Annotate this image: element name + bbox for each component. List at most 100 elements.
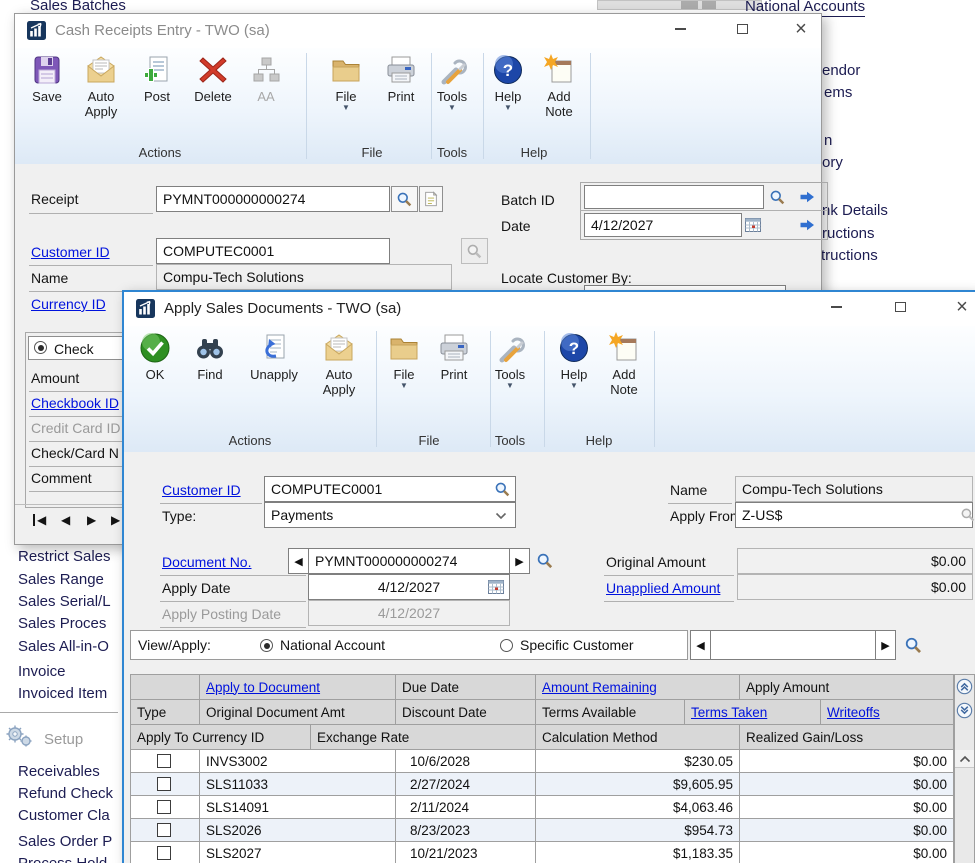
customer-browse-input[interactable] bbox=[710, 630, 876, 660]
row-checkbox[interactable] bbox=[157, 777, 171, 791]
checkbook-id-link[interactable]: Checkbook ID bbox=[31, 395, 119, 411]
magnifier-icon[interactable] bbox=[494, 481, 511, 498]
win1-maximize-button[interactable] bbox=[722, 14, 762, 44]
collapse-rows-icon[interactable] bbox=[956, 702, 973, 719]
row-checkbox[interactable] bbox=[157, 823, 171, 837]
post-button[interactable]: Post bbox=[132, 54, 182, 104]
win2-minimize-button[interactable] bbox=[816, 292, 856, 322]
bg-nav-items-fragment[interactable]: ems bbox=[824, 84, 852, 101]
bg-nav-invoice[interactable]: Invoice bbox=[18, 663, 124, 680]
customer-id-input[interactable]: COMPUTEC0001 bbox=[156, 238, 390, 264]
bg-nav-sales-order-processing[interactable]: Sales Order P bbox=[18, 833, 124, 850]
row-checkbox[interactable] bbox=[157, 800, 171, 814]
win2-close-button[interactable]: × bbox=[942, 292, 975, 322]
win2-titlebar[interactable]: Apply Sales Documents - TWO (sa) × bbox=[124, 292, 975, 326]
cell-apply-amount[interactable]: $0.00 bbox=[740, 819, 954, 842]
save-button[interactable]: Save bbox=[22, 54, 72, 104]
bg-nav-sales-batches[interactable]: Sales Batches bbox=[30, 0, 126, 14]
cell-document[interactable]: INVS3002 bbox=[200, 750, 396, 773]
tools-menu-button[interactable]: Tools▼ bbox=[426, 54, 478, 112]
national-account-radio[interactable] bbox=[260, 639, 273, 652]
bg-nav-sales-process[interactable]: Sales Proces bbox=[18, 615, 124, 632]
help-menu-button[interactable]: ? Help▼ bbox=[551, 332, 597, 390]
win1-titlebar[interactable]: Cash Receipts Entry - TWO (sa) × bbox=[15, 14, 821, 48]
bg-nav-sales-all-in-one[interactable]: Sales All-in-O bbox=[18, 638, 124, 655]
cell-apply-amount[interactable]: $0.00 bbox=[740, 796, 954, 819]
doc-previous-button[interactable]: ◀ bbox=[288, 548, 309, 574]
bg-scrollbar-thumb[interactable] bbox=[681, 1, 698, 9]
document-no-link[interactable]: Document No. bbox=[162, 554, 251, 570]
win1-close-button[interactable]: × bbox=[781, 14, 821, 44]
bg-nav-sales-serial[interactable]: Sales Serial/L bbox=[18, 593, 124, 610]
print-button[interactable]: Print bbox=[376, 54, 426, 104]
bg-nav-history-fragment[interactable]: ory bbox=[822, 154, 843, 171]
date-expand-button[interactable] bbox=[794, 214, 820, 236]
row-checkbox[interactable] bbox=[157, 754, 171, 768]
cell-apply-amount[interactable]: $0.00 bbox=[740, 842, 954, 863]
bg-scrollbar-thumb2[interactable] bbox=[702, 1, 716, 9]
nav-previous-button[interactable]: ◀ bbox=[61, 513, 70, 527]
batch-expand-button[interactable] bbox=[794, 186, 820, 208]
nav-next-button[interactable]: ▶ bbox=[87, 513, 96, 527]
apply-from-currency-field[interactable]: Z-US$ bbox=[735, 502, 973, 528]
scroll-up-button[interactable] bbox=[955, 750, 974, 768]
unapplied-amount-link[interactable]: Unapplied Amount bbox=[606, 580, 720, 596]
currency-id-link[interactable]: Currency ID bbox=[31, 296, 106, 312]
specific-customer-radio[interactable] bbox=[500, 639, 513, 652]
auto-apply-button[interactable]: Auto Apply bbox=[312, 332, 366, 397]
print-button[interactable]: Print bbox=[429, 332, 479, 382]
table-scrollbar[interactable] bbox=[954, 675, 974, 863]
tools-menu-button[interactable]: Tools▼ bbox=[484, 332, 536, 390]
customer-browse-lookup-button[interactable] bbox=[901, 634, 925, 657]
type-dropdown[interactable]: Payments bbox=[264, 502, 516, 528]
batch-id-input[interactable] bbox=[584, 185, 764, 209]
win1-minimize-button[interactable] bbox=[660, 14, 700, 44]
help-menu-button[interactable]: ? Help▼ bbox=[485, 54, 531, 112]
cell-document[interactable]: SLS11033 bbox=[200, 773, 396, 796]
win2-maximize-button[interactable] bbox=[880, 292, 920, 322]
delete-button[interactable]: Delete bbox=[188, 54, 238, 104]
batch-lookup-button[interactable] bbox=[765, 186, 789, 208]
bg-nav-bank-details-fragment[interactable]: nk Details bbox=[822, 202, 888, 219]
bg-nav-customer-classes[interactable]: Customer Cla bbox=[18, 807, 124, 824]
bg-nav-instructions2-fragment[interactable]: tructions bbox=[821, 247, 878, 264]
add-note-button[interactable]: Add Note bbox=[536, 54, 582, 119]
cell-document[interactable]: SLS14091 bbox=[200, 796, 396, 819]
bg-nav-refund-checks[interactable]: Refund Check bbox=[18, 785, 124, 802]
customer-previous-button[interactable]: ◀ bbox=[690, 630, 711, 660]
bg-nav-receivables[interactable]: Receivables bbox=[18, 763, 124, 780]
bg-nav-process-holds[interactable]: Process Hold bbox=[18, 855, 124, 863]
bg-nav-invoiced-items[interactable]: Invoiced Item bbox=[18, 685, 124, 702]
add-note-button[interactable]: Add Note bbox=[601, 332, 647, 397]
customer-next-button[interactable]: ▶ bbox=[875, 630, 896, 660]
customer-id-input[interactable]: COMPUTEC0001 bbox=[264, 476, 516, 502]
unapply-button[interactable]: Unapply bbox=[247, 332, 301, 382]
cell-document[interactable]: SLS2026 bbox=[200, 819, 396, 842]
expand-rows-icon[interactable] bbox=[956, 678, 973, 695]
find-button[interactable]: Find bbox=[185, 332, 235, 382]
row-checkbox[interactable] bbox=[157, 846, 171, 860]
doc-lookup-button[interactable] bbox=[534, 550, 556, 572]
bg-nav-fragment-n[interactable]: n bbox=[824, 132, 832, 149]
receipt-input[interactable]: PYMNT000000000274 bbox=[156, 186, 390, 212]
cell-document[interactable]: SLS2027 bbox=[200, 842, 396, 863]
file-menu-button[interactable]: File▼ bbox=[379, 332, 429, 390]
bg-nav-sales-range[interactable]: Sales Range bbox=[18, 571, 124, 588]
receipt-lookup-button[interactable] bbox=[391, 186, 418, 212]
receipt-note-button[interactable] bbox=[419, 186, 443, 212]
date-calendar-button[interactable] bbox=[742, 214, 764, 236]
customer-id-link[interactable]: Customer ID bbox=[162, 482, 241, 498]
nav-first-button[interactable]: ◀ bbox=[37, 513, 46, 527]
ok-button[interactable]: OK bbox=[130, 332, 180, 382]
check-radio[interactable] bbox=[34, 341, 47, 354]
bg-nav-instructions-fragment[interactable]: ructions bbox=[822, 225, 875, 242]
doc-next-button[interactable]: ▶ bbox=[509, 548, 530, 574]
auto-apply-button[interactable]: Auto Apply bbox=[74, 54, 128, 119]
bg-nav-restrict-sales[interactable]: Restrict Sales bbox=[18, 548, 124, 565]
date-input[interactable]: 4/12/2027 bbox=[584, 213, 742, 237]
document-no-input[interactable]: PYMNT000000000274 bbox=[308, 548, 510, 574]
customer-id-link[interactable]: Customer ID bbox=[31, 244, 110, 260]
file-menu-button[interactable]: File▼ bbox=[321, 54, 371, 112]
cell-apply-amount[interactable]: $0.00 bbox=[740, 750, 954, 773]
bg-nav-vendor-fragment[interactable]: endor bbox=[822, 62, 860, 79]
